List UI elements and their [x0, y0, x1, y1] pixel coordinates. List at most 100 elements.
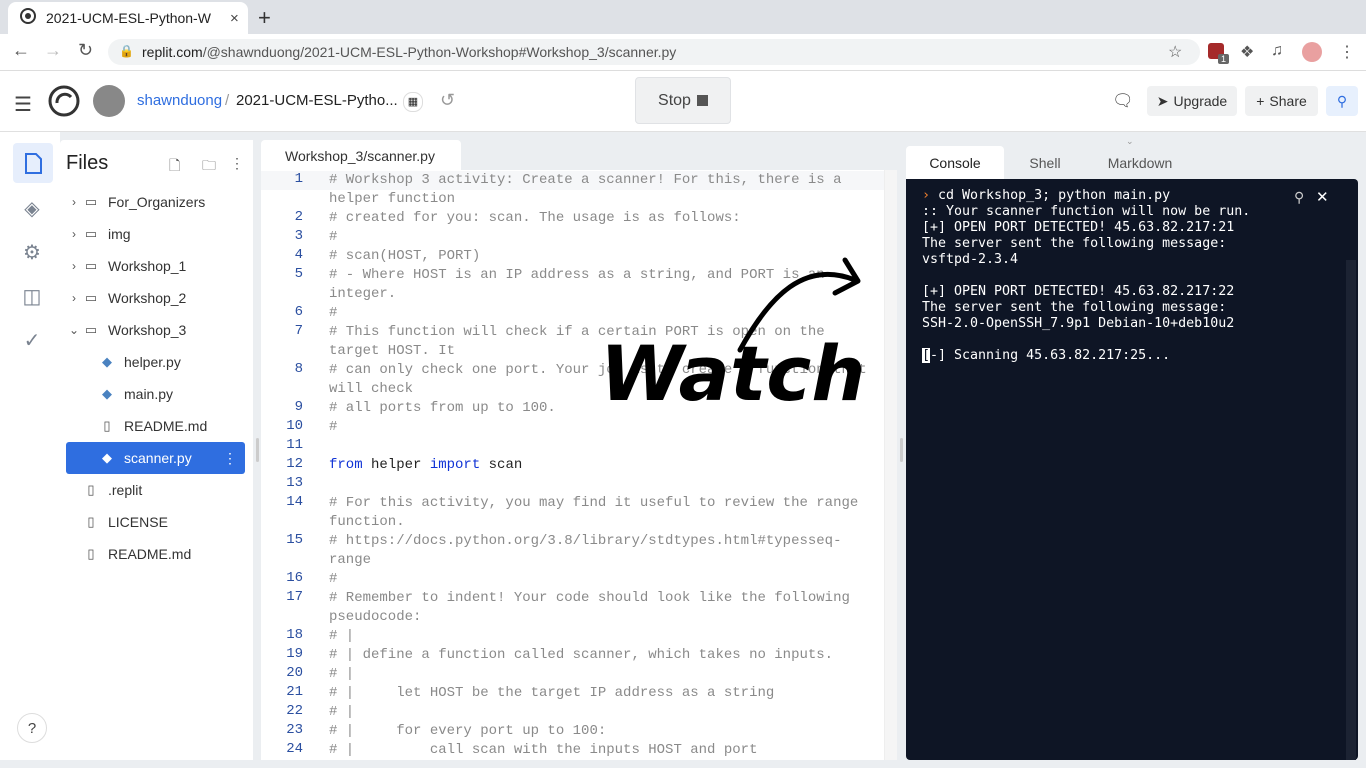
forward-icon[interactable]: →	[44, 40, 62, 61]
file-tree-label: main.py	[124, 386, 174, 402]
settings-gear-icon[interactable]: ⚙	[18, 240, 46, 265]
search-button[interactable]: ⚲	[1326, 86, 1358, 116]
python-file-icon: ◆	[102, 386, 112, 401]
file-tree-label: Workshop_1	[108, 258, 187, 274]
file-tree-label: README.md	[124, 418, 208, 434]
file-tree-item[interactable]: ▯ README.md	[66, 538, 245, 570]
line-number: 6	[294, 304, 303, 320]
rocket-icon: ➤	[1156, 92, 1169, 109]
tab-shell[interactable]: Shell	[1010, 146, 1080, 179]
file-tree-item[interactable]: ◆ helper.py	[66, 346, 245, 378]
file-more-icon[interactable]: ⋮	[223, 450, 237, 467]
console-lines: :: Your scanner function will now be run…	[922, 204, 1250, 331]
files-more-icon[interactable]: ⋮	[230, 155, 244, 172]
extensions-puzzle-icon[interactable]: ❖	[1240, 42, 1254, 62]
profile-avatar[interactable]	[1302, 42, 1322, 62]
chevron-right-icon[interactable]: ›	[66, 291, 82, 305]
pane-resize-handle[interactable]	[900, 438, 903, 462]
new-tab-button[interactable]: +	[258, 5, 271, 31]
chevron-right-icon[interactable]: ›	[66, 195, 82, 209]
file-tree-item[interactable]: › ▭ img	[66, 218, 245, 250]
extension-badge: 1	[1218, 54, 1230, 64]
chat-icon[interactable]: 🗨	[1112, 91, 1134, 111]
file-tree-item[interactable]: › ▭ Workshop_2	[66, 282, 245, 314]
console-line: [+] OPEN PORT DETECTED! 45.63.82.217:22	[922, 284, 1235, 299]
console-line: :: Your scanner function will now be run…	[922, 204, 1251, 219]
line-number: 10	[286, 418, 303, 434]
code-comment: # all ports from up to 100.	[329, 400, 556, 416]
file-tree-item[interactable]: ⌄ ▭ Workshop_3	[66, 314, 245, 346]
files-resize-handle[interactable]	[256, 438, 259, 462]
file-tree-item[interactable]: › ▭ Workshop_1	[66, 250, 245, 282]
reload-icon[interactable]: ↻	[78, 40, 93, 61]
replit-logo-icon[interactable]	[48, 85, 80, 122]
stop-button[interactable]: Stop	[635, 77, 731, 124]
media-control-icon[interactable]: ♫	[1271, 42, 1283, 60]
version-control-icon[interactable]: ◈	[18, 196, 46, 221]
file-tree-item[interactable]: › ▭ For_Organizers	[66, 186, 245, 218]
console-output: › cd Workshop_3; python main.py :: Your …	[922, 188, 1250, 364]
bookmark-star-icon[interactable]: ☆	[1168, 42, 1182, 62]
code-comment: # - Where HOST is an IP address as a str…	[329, 267, 834, 302]
user-avatar[interactable]	[93, 85, 125, 117]
new-folder-icon[interactable]: 🗀	[202, 155, 216, 179]
history-icon[interactable]: ↺	[440, 90, 455, 111]
line-number: 19	[286, 646, 303, 662]
url-path: /@shawnduong/2021-UCM-ESL-Python-Worksho…	[202, 44, 677, 60]
browser-menu-icon[interactable]: ⋮	[1339, 42, 1355, 62]
code-comment: # | for every port up to 100:	[329, 723, 607, 739]
repl-name[interactable]: 2021-UCM-ESL-Pytho...	[236, 92, 398, 109]
close-tab-icon[interactable]: ×	[230, 10, 239, 27]
back-icon[interactable]: ←	[12, 40, 30, 61]
share-label: Share	[1269, 93, 1307, 109]
upgrade-button[interactable]: ➤ Upgrade	[1147, 86, 1237, 116]
line-number: 14	[286, 494, 303, 510]
file-tree-label: Workshop_2	[108, 290, 187, 306]
add-person-icon: +	[1256, 93, 1265, 109]
chevron-right-icon[interactable]: ›	[66, 259, 82, 273]
code-comment: # created for you: scan. The usage is as…	[329, 210, 741, 226]
new-file-icon[interactable]: 🗋	[169, 155, 180, 179]
help-button[interactable]: ?	[17, 713, 47, 743]
file-tree-item[interactable]: ◆ main.py	[66, 378, 245, 410]
hamburger-menu-icon[interactable]: ☰	[14, 92, 32, 117]
chevron-down-icon[interactable]: ⌄	[66, 323, 82, 337]
python-file-icon: ◆	[102, 450, 112, 465]
file-tree-item[interactable]: ▯ .replit	[66, 474, 245, 506]
line-number: 18	[286, 627, 303, 643]
tab-console[interactable]: Console	[906, 146, 1004, 179]
editor-scrollbar[interactable]	[884, 170, 897, 760]
tab-markdown[interactable]: Markdown	[1090, 146, 1190, 179]
folder-icon: ▭	[84, 226, 98, 241]
code-comment: # Workshop 3 activity: Create a scanner!…	[329, 172, 850, 207]
address-bar[interactable]: replit.com/@shawnduong/2021-UCM-ESL-Pyth…	[108, 39, 1200, 65]
console-line: vsftpd-2.3.4	[922, 252, 1019, 267]
line-number: 13	[286, 475, 303, 491]
console-scrollbar[interactable]	[1346, 260, 1356, 760]
editor-tab-scanner[interactable]: Workshop_3/scanner.py	[261, 140, 461, 171]
line-number: 2	[294, 209, 303, 225]
checkmark-icon[interactable]: ✓	[18, 328, 46, 353]
code-editor[interactable]: 1 # Workshop 3 activity: Create a scanner…	[261, 170, 897, 760]
file-tree-label: README.md	[108, 546, 192, 562]
database-icon[interactable]: ◫	[18, 284, 46, 309]
file-tree-item[interactable]: ▯ README.md	[66, 410, 245, 442]
lock-icon[interactable]: 🔒	[119, 44, 134, 58]
upgrade-label: Upgrade	[1173, 93, 1228, 109]
line-number: 21	[286, 684, 303, 700]
file-icon: ▯	[87, 546, 95, 561]
username-link[interactable]: shawnduong	[137, 92, 222, 109]
console-line: The server sent the following message:	[922, 236, 1227, 251]
line-number: 7	[294, 323, 303, 339]
console-search-icon[interactable]: ⚲	[1294, 189, 1304, 206]
chevron-down-icon[interactable]: ⌄	[1126, 136, 1134, 147]
chevron-right-icon[interactable]: ›	[66, 227, 82, 241]
line-number: 4	[294, 247, 303, 263]
file-tree-item[interactable]: ▯ LICENSE	[66, 506, 245, 538]
files-tool-button[interactable]	[13, 143, 53, 183]
clear-console-icon[interactable]: ✕	[1316, 188, 1329, 206]
file-tree-item[interactable]: ◆ scanner.py ⋮	[66, 442, 245, 474]
line-number: 24	[286, 741, 303, 757]
share-button[interactable]: + Share	[1245, 86, 1318, 116]
browser-tab[interactable]: 2021-UCM-ESL-Python-W ×	[8, 2, 248, 34]
